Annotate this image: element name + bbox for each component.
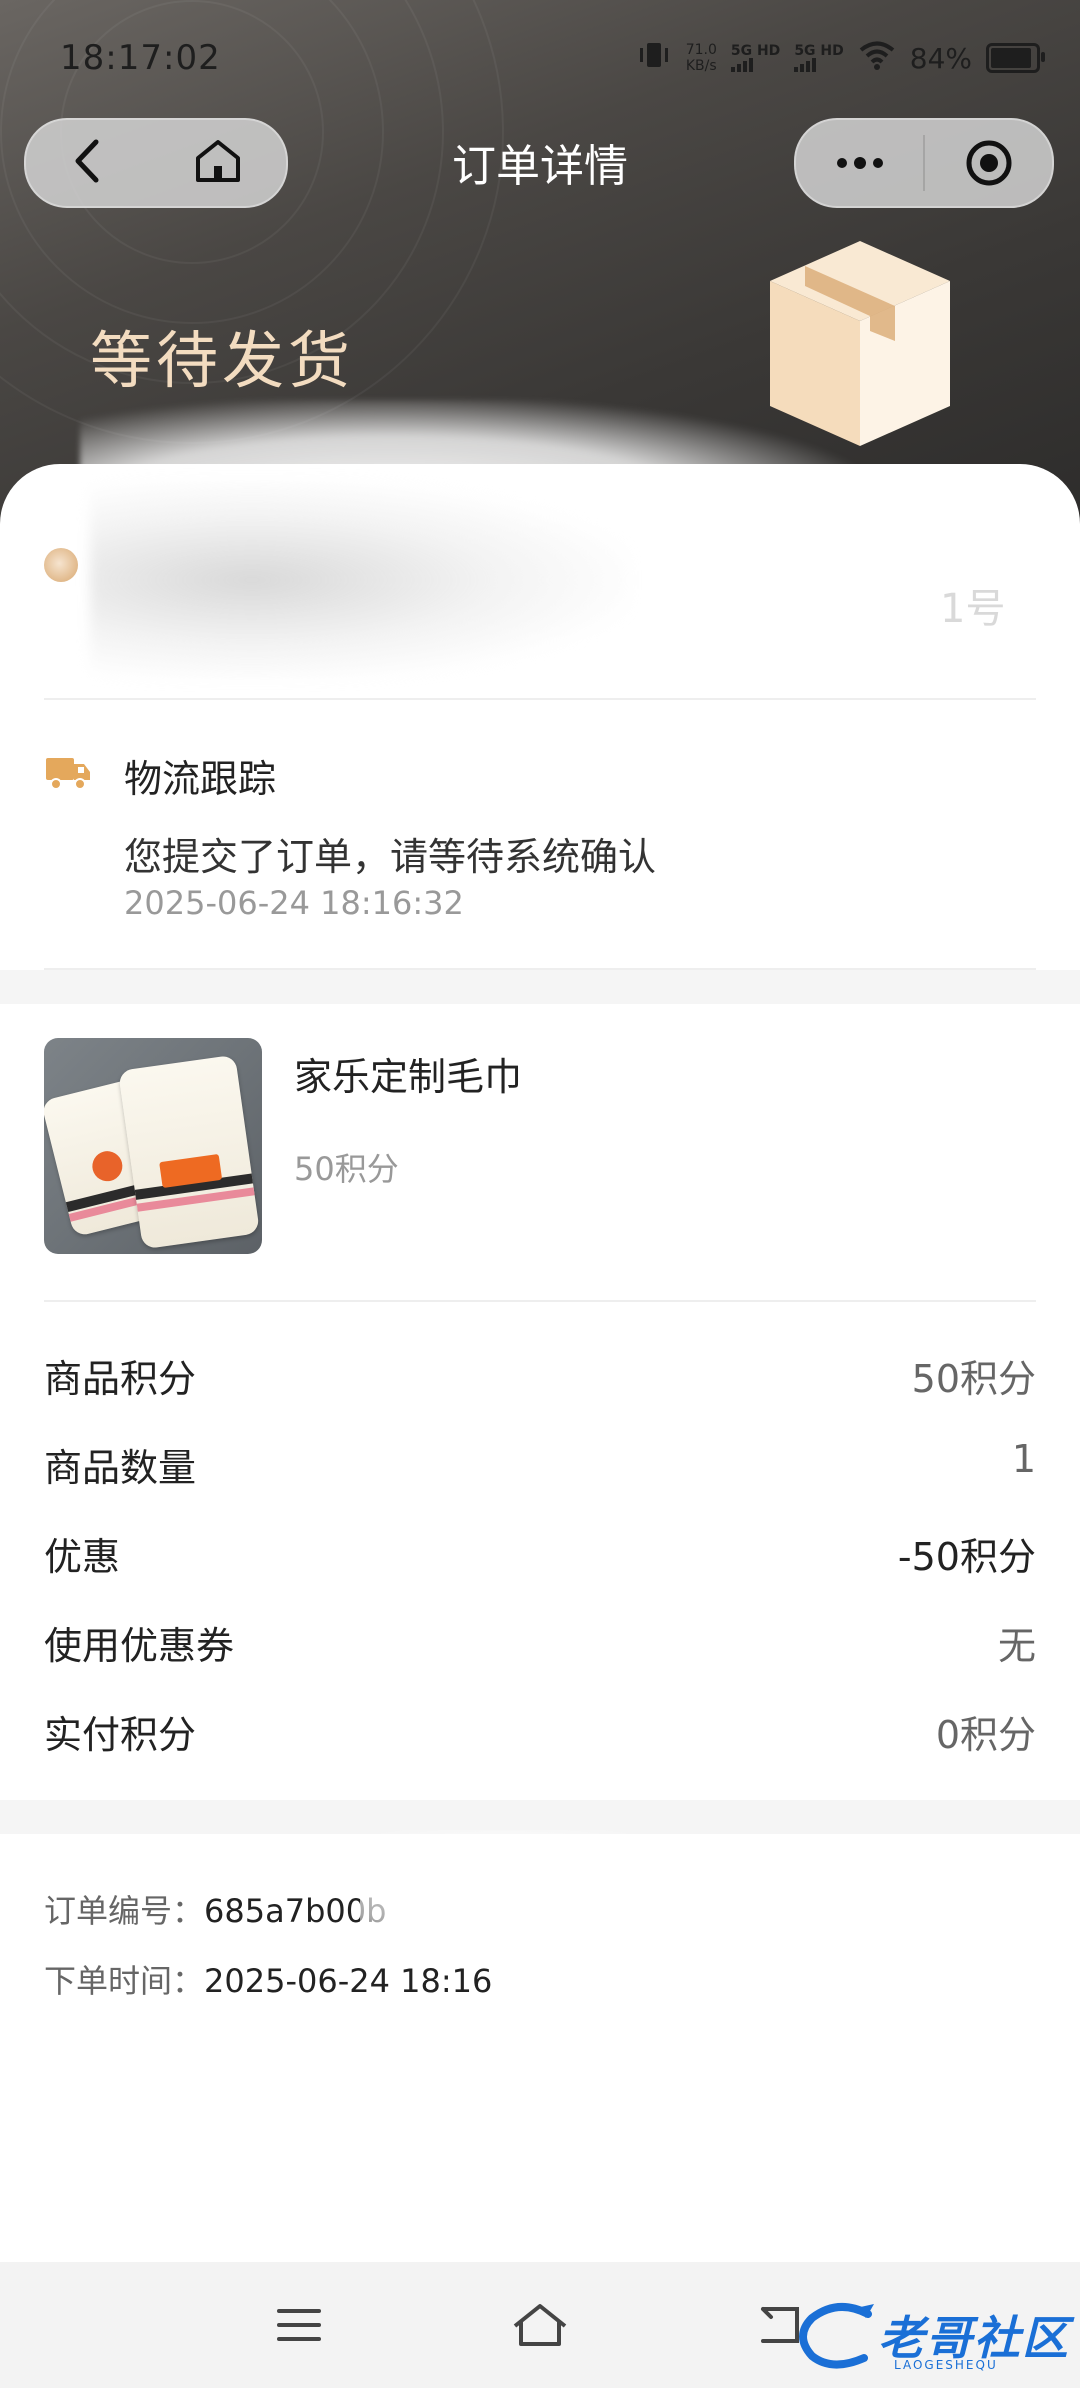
battery-percent: 84% [909,41,972,75]
logistics-message: 您提交了订单，请等待系统确认 [124,835,657,879]
truck-icon [44,752,92,796]
system-home-button[interactable] [505,2290,575,2360]
vibrate-icon [636,40,672,77]
summary-row-quantity: 商品数量 1 [44,1437,1036,1490]
status-time: 18:17:02 [60,38,221,78]
section-gap [0,970,1080,1004]
address-text: 1号 [940,586,1006,632]
divider [44,1300,1036,1302]
network-speed: 71.0 KB/s [685,42,717,74]
summary-row-goods-points: 商品积分 50积分 [44,1357,1036,1401]
order-info-redacted-blur [360,1830,720,1950]
watermark-logo: 老哥社区 LAOGESHEQU [798,2300,1070,2372]
divider [44,698,1036,700]
menu-button[interactable] [264,2290,334,2360]
wifi-icon [858,40,896,77]
order-time: 下单时间：2025-06-24 18:16 [44,1962,493,2000]
section-gap [0,1800,1080,1834]
summary-row-paid-points: 实付积分 0积分 [44,1713,1036,1757]
more-button[interactable] [796,120,923,206]
package-box-icon [760,236,960,460]
logistics-title[interactable]: 物流跟踪 [124,748,276,803]
signal-sim1-icon: 5G HD [730,44,780,72]
status-bar: 18:17:02 71.0 KB/s 5G HD 5G HD 84% [0,0,1080,110]
product-name[interactable]: 家乐定制毛巾 [294,1046,522,1101]
close-miniprogram-button[interactable] [925,120,1052,206]
nav-capsule-right [794,118,1054,208]
address-redacted-blur [90,480,630,680]
product-price: 50积分 [294,1150,399,1188]
product-image[interactable] [44,1038,262,1254]
order-status: 等待发货 [90,324,355,397]
battery-icon [986,43,1045,73]
logistics-time: 2025-06-24 18:16:32 [124,884,464,922]
summary-row-coupon: 使用优惠券无 [44,1624,1036,1668]
address-row[interactable] [44,548,78,582]
watermark-subtext: LAOGESHEQU [894,2358,998,2372]
summary-row-discount: 优惠 -50积分 [44,1535,1036,1579]
signal-sim2-icon: 5G HD [794,44,844,72]
location-pin-icon [44,548,78,582]
order-number[interactable]: 订单编号：685a7b00b [44,1886,386,1932]
